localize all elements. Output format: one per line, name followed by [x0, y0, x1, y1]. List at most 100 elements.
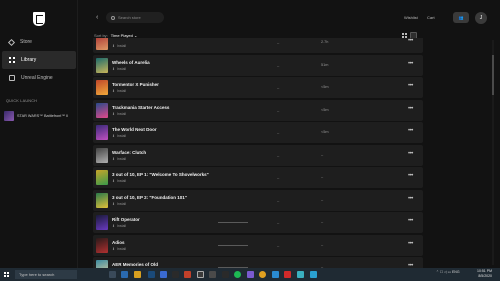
game-thumbnail [96, 192, 108, 208]
size-placeholder: – [277, 107, 280, 113]
install-status[interactable]: ⬇ Install [112, 112, 126, 116]
game-row[interactable]: AER Memories of Old⬇Install––••• [93, 257, 423, 268]
sidebar-item-label: Library [21, 57, 37, 63]
install-label: Install [116, 111, 127, 116]
install-status[interactable]: ⬇ Install [112, 247, 126, 251]
system-tray[interactable]: ⌃ ☐ ◁ ▭ ENG [436, 270, 460, 274]
download-icon: ⬇ [112, 89, 115, 93]
download-icon: ⬇ [112, 66, 115, 71]
more-options-icon[interactable]: ••• [408, 61, 413, 67]
time-played: – [321, 242, 324, 247]
chrome-icon[interactable] [259, 271, 266, 278]
install-status[interactable]: ⬇ Install [112, 157, 126, 161]
epic-launcher-taskbar-icon[interactable] [197, 271, 204, 278]
friends-button[interactable]: 👥 [453, 12, 469, 23]
install-status[interactable]: ⬇ Install [112, 89, 126, 93]
app-icon[interactable] [160, 271, 167, 278]
game-row[interactable]: Tormentor X Punisher ⬇ Install – <5m ••• [93, 77, 423, 98]
taskbar-search-input[interactable]: Type here to search [15, 270, 77, 279]
game-thumbnail [96, 125, 108, 140]
app-icon[interactable] [209, 271, 216, 278]
quick-launch-title: STAR WARS™ Battlefront™ II [17, 113, 69, 118]
download-icon: ⬇ [112, 246, 115, 251]
game-row[interactable]: Rift Operator ⬇ Install – – ••• [93, 212, 423, 233]
friends-icon: 👥 [458, 15, 464, 20]
windows-start-icon[interactable] [4, 272, 9, 277]
search-input[interactable]: Search store [106, 12, 164, 23]
quick-launch-item[interactable]: STAR WARS™ Battlefront™ II [4, 110, 76, 121]
wishlist-link[interactable]: Wishlist [404, 15, 418, 20]
game-row[interactable]: Trackmania Starter Access ⬇ Install – <5m ••• [93, 99, 423, 121]
game-row[interactable]: Warface: Clutch ⬇ Install – – ••• [93, 144, 423, 166]
language-indicator: ENG [451, 270, 460, 274]
more-options-icon[interactable]: ••• [408, 38, 413, 44]
install-label: Install [116, 44, 127, 48]
tray-icons: ⌃ ☐ ◁ ▭ [436, 270, 452, 274]
game-row[interactable]: Wheels of Aurelia ⬇ Install –51m ••• [93, 54, 423, 76]
app-icon[interactable] [247, 271, 254, 278]
game-thumbnail [96, 237, 108, 253]
app-icon[interactable] [297, 271, 304, 278]
game-thumbnail [96, 57, 108, 73]
more-options-icon[interactable]: ••• [408, 218, 413, 224]
more-options-icon[interactable]: ••• [408, 151, 413, 157]
game-thumbnail [96, 147, 108, 163]
install-status[interactable]: ⬇ Install [112, 202, 126, 206]
game-row[interactable]: 3 out of 10, EP 2: "Foundation 101" ⬇ Inst… [93, 189, 423, 211]
more-options-icon[interactable]: ••• [408, 83, 413, 89]
install-status[interactable]: ⬇ Install [112, 44, 126, 48]
unreal-engine-icon [9, 75, 15, 81]
time-played: <5m [321, 107, 329, 112]
more-options-icon[interactable]: ••• [408, 241, 413, 247]
avatar[interactable]: J [475, 12, 487, 24]
more-options-icon[interactable]: ••• [408, 128, 413, 134]
task-view-icon[interactable] [109, 271, 116, 278]
spotify-icon[interactable] [234, 271, 241, 278]
app-icon[interactable] [272, 271, 279, 278]
game-row[interactable]: 3 out of 10, EP 1: "Welcome To Shovelwor… [93, 167, 423, 188]
more-options-icon[interactable]: ••• [408, 196, 413, 202]
time-played: – [321, 220, 324, 224]
game-row[interactable]: Adios ⬇ Install – – ••• [93, 234, 423, 256]
game-row[interactable]: ⬇ Install – 2.7h ••• [93, 38, 423, 53]
achievement-progress-bar [218, 222, 248, 223]
install-status[interactable]: ⬇ Install [112, 134, 126, 138]
app-icon[interactable] [284, 271, 291, 278]
install-status[interactable]: ⬇ Install [112, 224, 126, 228]
app-icon[interactable] [172, 271, 179, 278]
more-options-icon[interactable]: ••• [408, 173, 413, 179]
game-thumbnail [4, 110, 14, 121]
epic-games-logo-icon[interactable] [33, 12, 45, 26]
game-row[interactable]: The World Next Door ⬇ Install – <5m ••• [93, 122, 423, 143]
cart-link[interactable]: Cart [427, 15, 435, 20]
sidebar-item-store[interactable]: Store [2, 33, 76, 51]
install-label: Install [116, 224, 127, 228]
steam-icon[interactable] [148, 271, 155, 278]
taskbar-clock[interactable]: 10:51 PM 8/5/2020 [477, 269, 492, 278]
app-icon[interactable] [222, 271, 229, 278]
time-played: 2.7h [321, 40, 329, 44]
file-explorer-icon[interactable] [134, 271, 141, 278]
time-played: – [321, 152, 324, 157]
more-options-icon[interactable]: ••• [408, 106, 413, 112]
back-chevron-icon[interactable]: ‹ [96, 14, 98, 21]
game-thumbnail [96, 80, 108, 95]
app-icon[interactable] [184, 271, 191, 278]
install-label: Install [116, 156, 127, 161]
game-thumbnail [96, 170, 108, 185]
sidebar-item-unreal-engine[interactable]: Unreal Engine [2, 69, 76, 87]
edge-icon[interactable] [121, 271, 128, 278]
game-title: 3 out of 10, EP 1: "Welcome To Shovelwor… [112, 172, 209, 177]
download-icon: ⬇ [112, 134, 115, 138]
scrollbar-thumb[interactable] [492, 55, 494, 95]
download-icon: ⬇ [112, 224, 115, 228]
install-label: Install [116, 179, 127, 183]
install-status[interactable]: ⬇ Install [112, 67, 126, 71]
app-icon[interactable] [310, 271, 317, 278]
size-placeholder: – [277, 242, 280, 248]
install-status[interactable]: ⬇ Install [112, 179, 126, 183]
install-label: Install [116, 134, 127, 138]
grid-icon [9, 57, 15, 63]
sidebar-item-library[interactable]: Library [2, 51, 76, 69]
sidebar: Store Library Unreal Engine QUICK LAUNCH… [0, 0, 78, 268]
